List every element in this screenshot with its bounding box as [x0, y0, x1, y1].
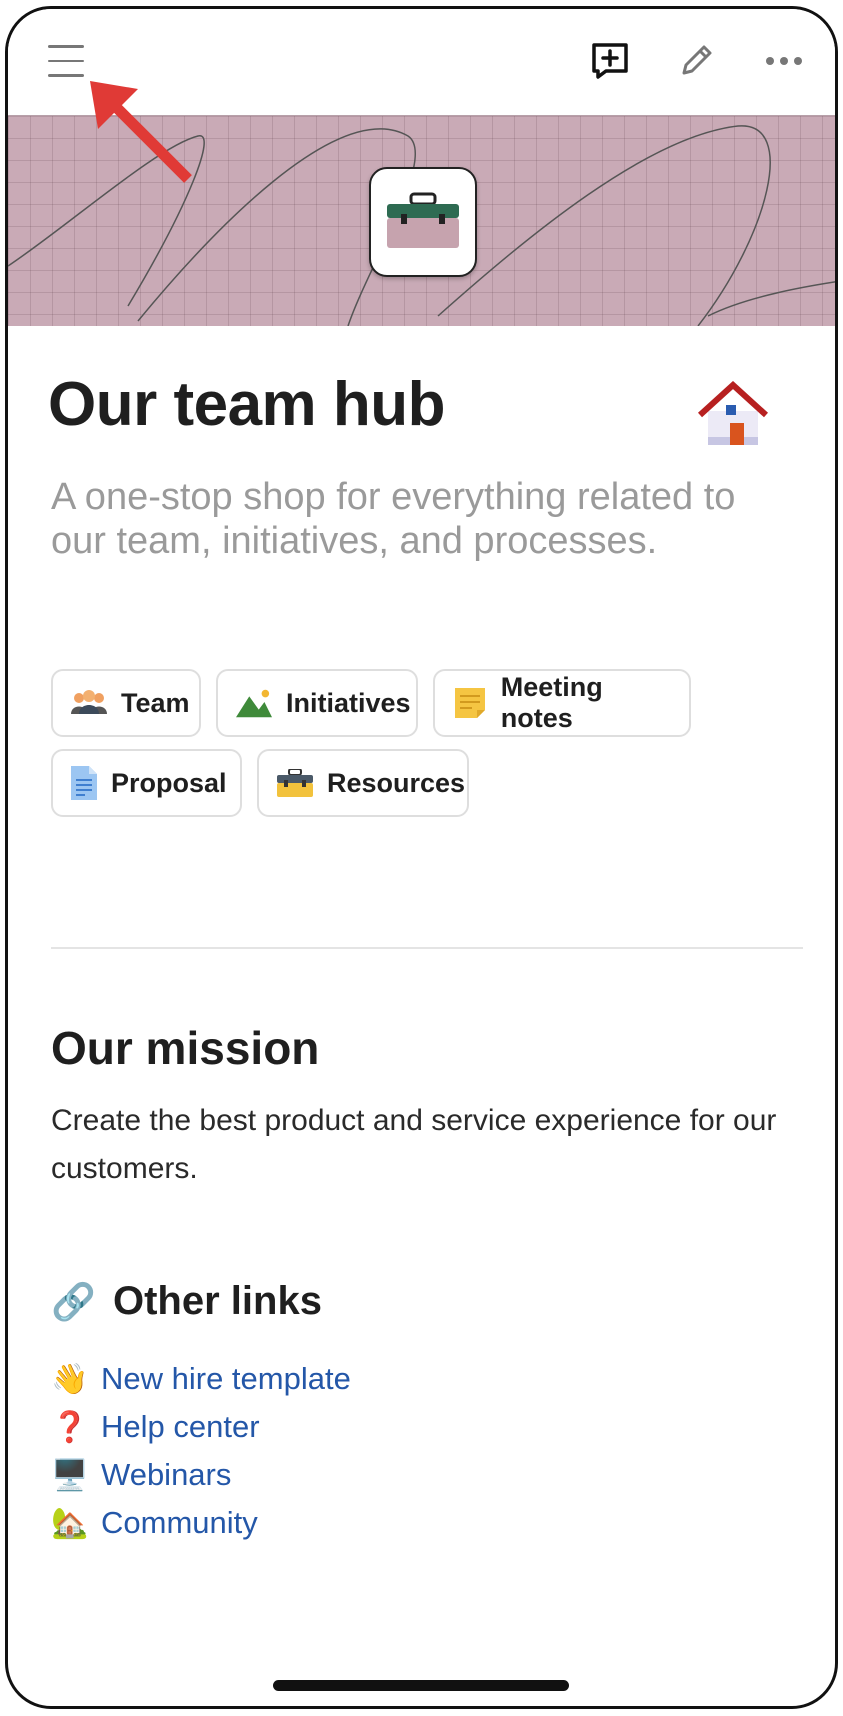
page-subtitle: A one-stop shop for everything related t… — [51, 476, 736, 562]
note-icon — [453, 687, 487, 719]
chip-label: Meeting notes — [500, 672, 603, 733]
chip-meeting-notes[interactable]: Meeting notes — [433, 669, 691, 737]
mountain-icon — [236, 687, 272, 719]
phone-frame: Our team hub A one-stop shop for everyth… — [5, 6, 838, 1709]
link-help-center[interactable]: ❓ Help center — [51, 1409, 260, 1445]
divider — [51, 947, 803, 949]
chip-resources[interactable]: Resources — [257, 749, 469, 817]
chip-team[interactable]: Team — [51, 669, 201, 737]
document-icon — [71, 766, 97, 800]
link-webinars[interactable]: 🖥️ Webinars — [51, 1457, 231, 1493]
page-title: Our team hub — [48, 370, 446, 439]
house-icon — [698, 380, 768, 445]
toolbox-icon — [277, 767, 313, 799]
add-page-icon[interactable] — [588, 39, 632, 83]
chip-initiatives[interactable]: Initiatives — [216, 669, 418, 737]
link-community[interactable]: 🏡 Community — [51, 1505, 258, 1541]
mission-text: Create the best product and service expe… — [51, 1104, 777, 1185]
waving-hand-icon: 👋 — [51, 1362, 89, 1396]
link-chain-icon: 🔗 — [51, 1280, 96, 1322]
annotation-arrow-icon — [90, 81, 192, 183]
link-label[interactable]: Help center — [101, 1409, 260, 1445]
hamburger-menu-icon[interactable] — [44, 39, 88, 83]
question-mark-icon: ❓ — [51, 1410, 89, 1444]
page-icon-toolbox[interactable] — [369, 167, 477, 277]
people-icon — [71, 687, 107, 719]
chip-label: Team — [121, 687, 190, 718]
edit-pencil-icon[interactable] — [674, 39, 718, 83]
home-indicator[interactable] — [273, 1680, 569, 1691]
link-new-hire-template[interactable]: 👋 New hire template — [51, 1361, 351, 1397]
link-label[interactable]: Webinars — [101, 1457, 231, 1493]
link-label[interactable]: New hire template — [101, 1361, 351, 1397]
chip-proposal[interactable]: Proposal — [51, 749, 242, 817]
other-links-heading: 🔗 Other links — [51, 1279, 322, 1324]
computer-monitor-icon: 🖥️ — [51, 1458, 89, 1492]
toolbox-icon — [387, 192, 459, 248]
other-links-heading-text: Other links — [113, 1279, 322, 1323]
link-label[interactable]: Community — [101, 1505, 258, 1541]
mission-heading: Our mission — [51, 1022, 320, 1074]
house-with-garden-icon: 🏡 — [51, 1506, 89, 1540]
more-options-icon[interactable] — [762, 39, 806, 83]
chip-label: Initiatives — [286, 687, 411, 718]
chip-label: Proposal — [111, 767, 227, 798]
chip-label: Resources — [327, 767, 466, 798]
